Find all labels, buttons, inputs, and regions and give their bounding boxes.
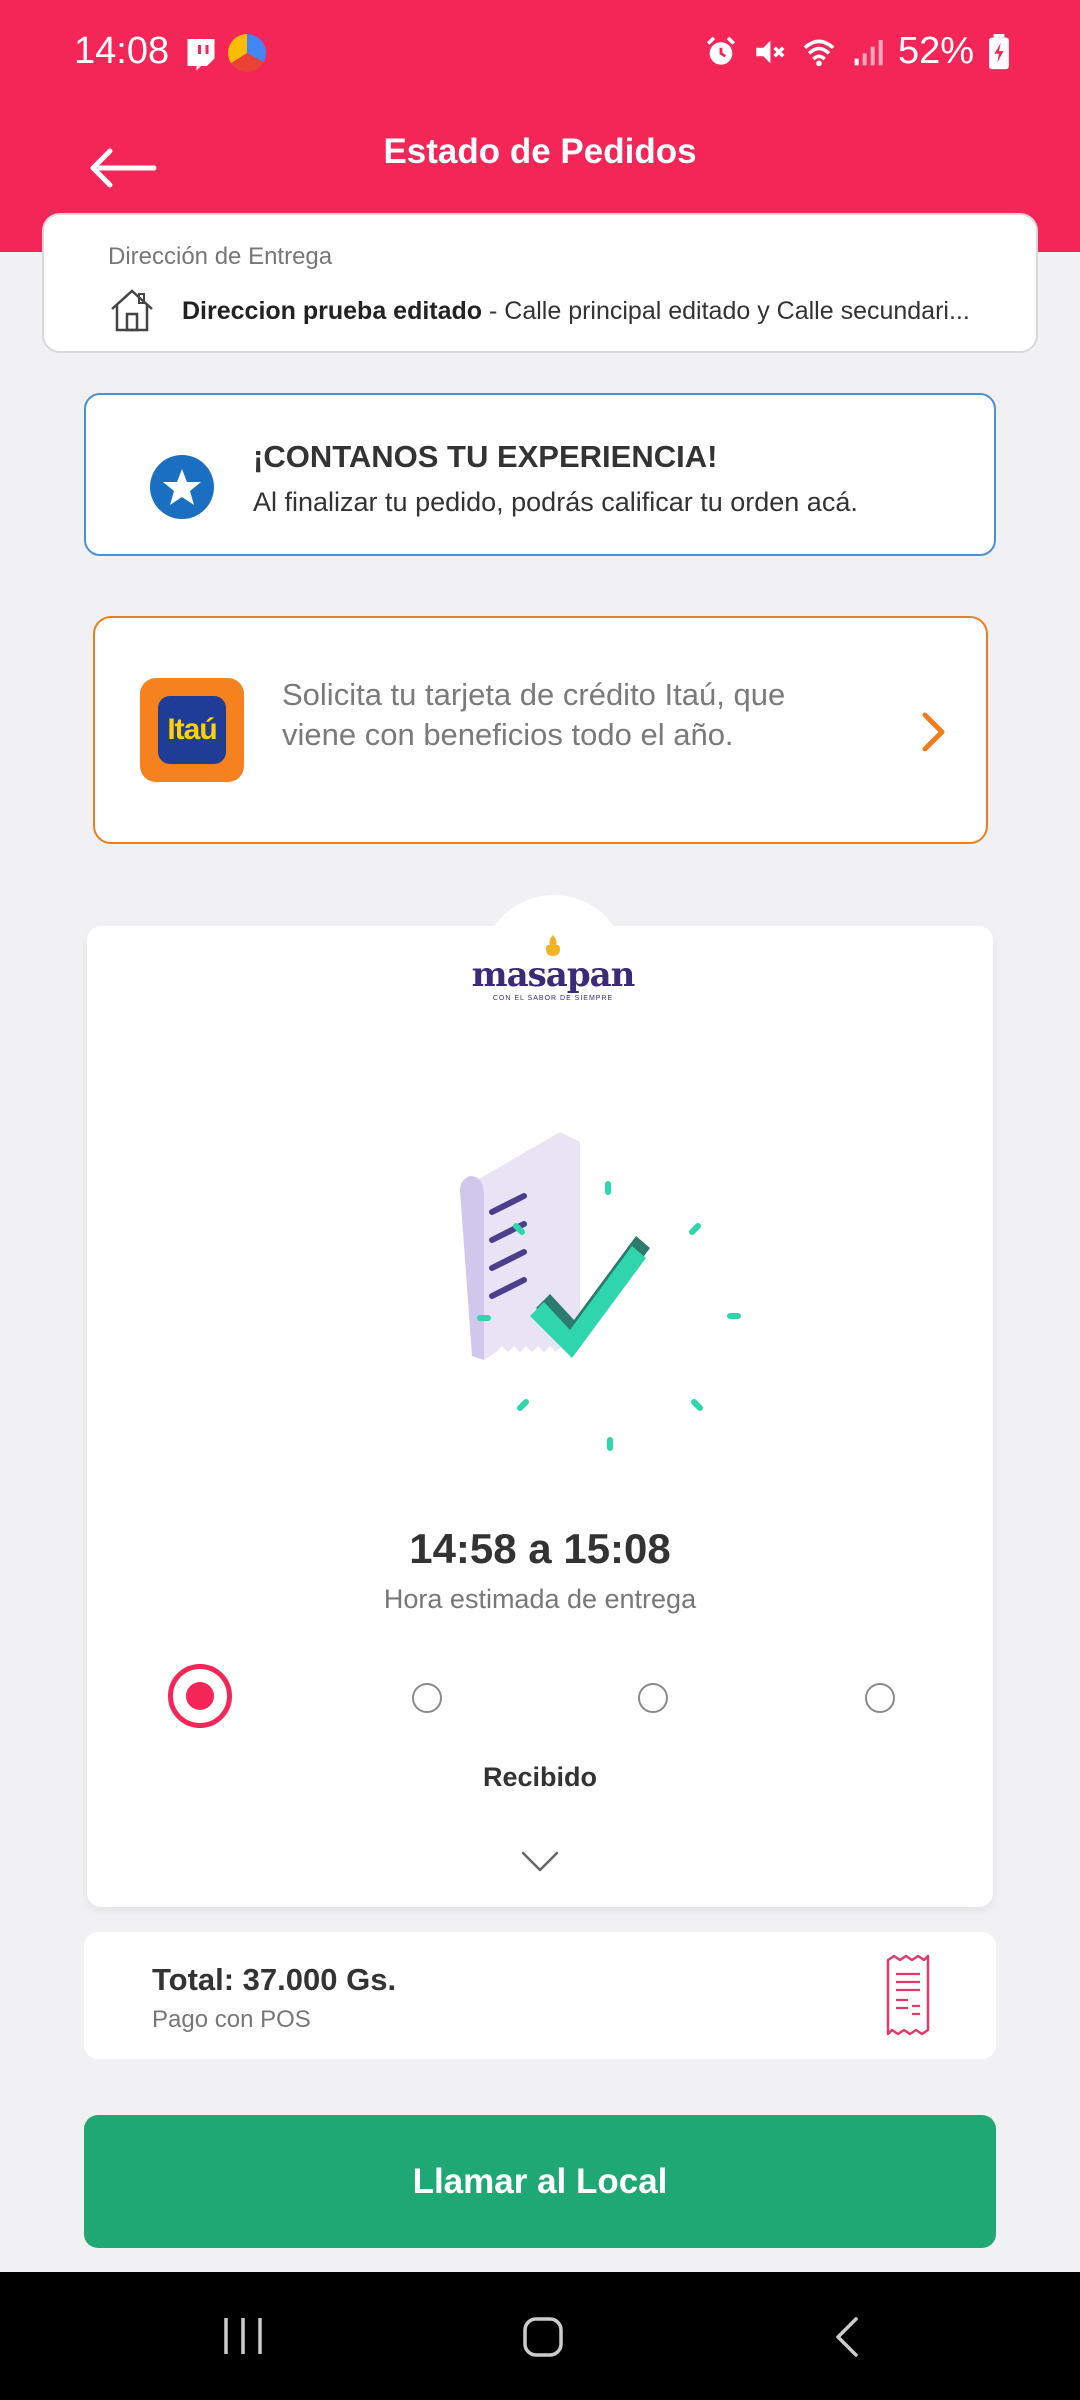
home-icon	[111, 289, 153, 332]
delivery-address-card[interactable]: Dirección de Entrega Direccion prueba ed…	[42, 213, 1038, 353]
recent-apps-icon[interactable]	[222, 2316, 264, 2356]
battery-percent: 52%	[897, 30, 974, 72]
itau-logo: Itaú	[140, 678, 244, 782]
status-icons: 52%	[704, 30, 1010, 73]
delivery-address-label: Dirección de Entrega	[108, 243, 333, 270]
estimated-delivery-time: 14:58 a 15:08	[409, 1525, 671, 1572]
status-bar: 14:08 52%	[0, 0, 1080, 108]
system-nav-bar	[0, 2272, 1080, 2400]
rate-experience-card: ¡CONTANOS TU EXPERIENCIA! Al finalizar t…	[84, 393, 996, 556]
order-total-card: Total: 37.000 Gs. Pago con POS	[84, 1932, 996, 2059]
brand-logo: masapan CON EL SABOR DE SIEMPRE	[468, 935, 638, 1005]
itau-promo-card[interactable]: Itaú Solicita tu tarjeta de crédito Itaú…	[93, 616, 988, 844]
flame-icon	[546, 935, 560, 956]
payment-method: Pago con POS	[152, 2006, 311, 2033]
alarm-icon	[706, 36, 735, 65]
wifi-icon	[803, 39, 835, 66]
itau-logo-text: Itaú	[158, 696, 226, 764]
status-time: 14:08	[74, 30, 170, 72]
page-title: Estado de Pedidos	[383, 132, 697, 171]
rate-experience-subtitle: Al finalizar tu pedido, podrás calificar…	[253, 487, 858, 517]
step-1-active	[168, 1664, 232, 1728]
home-button-icon[interactable]	[522, 2316, 564, 2358]
chrome-icon	[228, 34, 266, 72]
twitch-icon	[187, 39, 215, 71]
order-confirmed-illustration	[460, 1132, 741, 1451]
delivery-address-text: Direccion prueba editado - Calle princip…	[182, 297, 1002, 326]
call-store-button[interactable]: Llamar al Local	[84, 2115, 996, 2248]
rate-experience-title: ¡CONTANOS TU EXPERIENCIA!	[253, 439, 718, 474]
brand-tagline: CON EL SABOR DE SIEMPRE	[492, 995, 614, 1002]
current-step-label: Recibido	[482, 1762, 597, 1792]
chevron-right-icon[interactable]	[920, 710, 948, 754]
signal-icon	[854, 39, 883, 65]
back-button-icon[interactable]	[832, 2316, 860, 2358]
step-4	[865, 1683, 895, 1713]
brand-name: masapan	[471, 955, 636, 995]
star-icon	[150, 455, 214, 519]
step-2	[412, 1683, 442, 1713]
step-3	[638, 1683, 668, 1713]
chevron-down-icon[interactable]	[520, 1850, 560, 1874]
order-total-amount: Total: 37.000 Gs.	[152, 1962, 397, 1997]
delivery-address-name: Direccion prueba editado	[182, 297, 483, 325]
delivery-address-detail: - Calle principal editado y Calle secund…	[482, 297, 970, 325]
battery-icon	[989, 33, 1009, 69]
receipt-icon[interactable]	[884, 1954, 932, 2036]
mute-icon	[756, 40, 785, 63]
itau-promo-text: Solicita tu tarjeta de crédito Itaú, que…	[282, 677, 786, 752]
estimated-delivery-label: Hora estimada de entrega	[383, 1584, 697, 1614]
